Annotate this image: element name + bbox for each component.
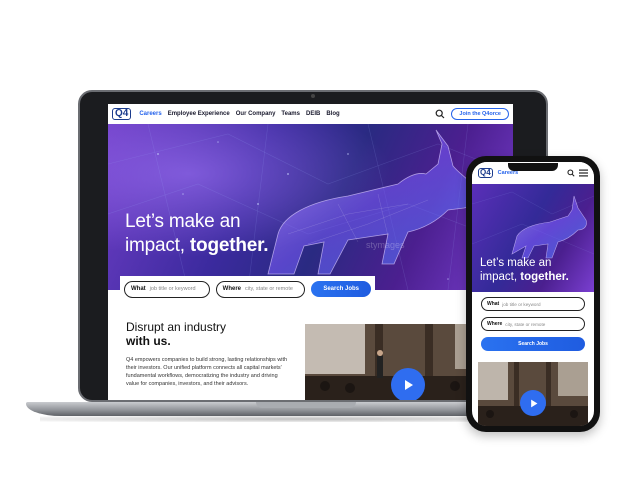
hero-title-line1: Let’s make an: [125, 211, 241, 232]
bull-graphic: stymages: [108, 124, 513, 290]
search-icon[interactable]: [435, 109, 445, 119]
phone-screen: Q4 Careers Let’s make an impact, togethe…: [472, 162, 594, 426]
nav-link-teams[interactable]: Teams: [281, 111, 300, 117]
where-field[interactable]: Where city, state or remote: [215, 280, 306, 298]
mobile-where-placeholder: city, state or remote: [505, 321, 546, 327]
mobile-video-thumbnail[interactable]: [478, 362, 588, 426]
mobile-what-placeholder: job title or keyword: [502, 301, 541, 307]
mobile-play-button[interactable]: [520, 390, 546, 416]
nav-link-blog[interactable]: Blog: [326, 111, 339, 117]
mobile-what-field[interactable]: What job title or keyword: [481, 297, 585, 311]
mobile-search-jobs-button[interactable]: Search Jobs: [481, 337, 585, 351]
hero-title: Let’s make an impact, together.: [125, 210, 269, 258]
phone-notch: [508, 163, 558, 171]
svg-text:stymages: stymages: [366, 240, 405, 250]
nav-link-employee-experience[interactable]: Employee Experience: [168, 111, 230, 117]
nav-link-deib[interactable]: DEIB: [306, 111, 320, 117]
device-mockup: Q4 Careers Employee Experience Our Compa…: [0, 0, 640, 500]
job-search-bar: What job title or keyword Where city, st…: [120, 276, 375, 302]
hero-title-bold: together.: [189, 235, 269, 256]
mobile-nav-icons: [567, 169, 588, 177]
nav-link-careers[interactable]: Careers: [139, 111, 161, 117]
what-label: What: [131, 286, 146, 292]
disrupt-section: Disrupt an industry with us. Q4 empowers…: [108, 302, 513, 400]
laptop-hinge-notch: [256, 402, 356, 408]
mobile-where-field[interactable]: Where city, state or remote: [481, 317, 585, 331]
play-button[interactable]: [391, 368, 425, 400]
what-placeholder: job title or keyword: [149, 286, 196, 292]
where-placeholder: city, state or remote: [245, 286, 293, 292]
where-label: Where: [222, 286, 242, 292]
nav-link-our-company[interactable]: Our Company: [236, 111, 276, 117]
mobile-hero: Let’s make an impact, together.: [472, 184, 594, 292]
mobile-hero-title-line2: impact, together.: [480, 270, 569, 284]
search-jobs-button[interactable]: Search Jobs: [311, 281, 371, 297]
mobile-what-label: What: [487, 301, 500, 307]
play-icon: [530, 399, 537, 407]
mobile-hero-title-line1: Let’s make an: [480, 257, 552, 269]
hero-title-plain: impact,: [125, 235, 190, 256]
top-nav: Q4 Careers Employee Experience Our Compa…: [108, 104, 513, 124]
search-icon[interactable]: [567, 169, 575, 177]
mobile-hero-title: Let’s make an impact, together.: [480, 256, 569, 284]
section-heading-line2: with us.: [126, 334, 171, 348]
laptop-camera: [311, 94, 315, 98]
menu-icon[interactable]: [579, 169, 588, 177]
mobile-job-search: What job title or keyword Where city, st…: [472, 292, 594, 362]
what-field[interactable]: What job title or keyword: [124, 280, 210, 298]
join-q4orce-button[interactable]: Join the Q4orce: [451, 108, 509, 120]
q4-logo[interactable]: Q4: [112, 108, 132, 120]
mobile-q4-logo[interactable]: Q4: [478, 168, 493, 178]
mobile-hero-title-plain: impact,: [480, 271, 521, 283]
mobile-where-label: Where: [487, 321, 503, 327]
hero-title-line2: impact, together.: [125, 234, 269, 258]
mobile-hero-title-bold: together.: [520, 271, 569, 283]
nav-links: Careers Employee Experience Our Company …: [139, 111, 339, 117]
section-heading: Disrupt an industry with us.: [126, 320, 226, 348]
play-icon: [405, 380, 413, 390]
section-heading-line1: Disrupt an industry: [126, 320, 227, 334]
laptop-screen: Q4 Careers Employee Experience Our Compa…: [108, 104, 513, 400]
section-body: Q4 empowers companies to build strong, l…: [126, 357, 288, 387]
hero-banner: stymages Let’s make an impact, together.: [108, 124, 513, 290]
